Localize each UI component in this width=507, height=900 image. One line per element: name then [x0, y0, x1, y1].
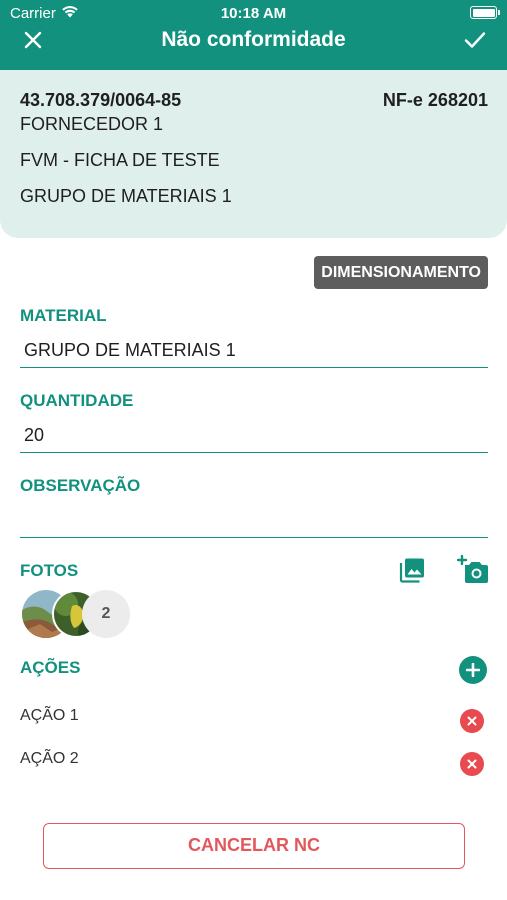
observacao-field[interactable]	[20, 506, 488, 538]
gallery-button[interactable]	[398, 556, 426, 584]
status-bar: Carrier 10:18 AM	[0, 0, 507, 26]
confirm-button[interactable]	[459, 26, 491, 54]
action-item-label: AÇÃO 2	[20, 750, 79, 767]
acoes-label: AÇÕES	[20, 658, 81, 677]
material-value: GRUPO DE MATERIAIS 1	[24, 340, 236, 360]
add-photo-icon	[457, 554, 488, 583]
invoice-info-card: 43.708.379/0064-85 NF-e 268201 FORNECEDO…	[0, 70, 507, 238]
check-icon	[464, 32, 486, 48]
fotos-label: FOTOS	[20, 561, 79, 580]
battery-icon	[470, 6, 500, 19]
add-action-button[interactable]	[459, 656, 487, 684]
cancel-nc-button[interactable]: CANCELAR NC	[43, 823, 465, 869]
observacao-label: OBSERVAÇÃO	[20, 476, 141, 495]
delete-action-button[interactable]	[460, 752, 484, 776]
nfe-number: NF-e 268201	[382, 90, 488, 110]
action-item-label: AÇÃO 1	[20, 707, 79, 724]
close-icon	[467, 716, 477, 726]
more-photos-badge[interactable]: 2	[82, 590, 130, 638]
supplier-name: FORNECEDOR 1	[20, 114, 164, 134]
photo-library-icon	[399, 558, 424, 583]
material-group-name: GRUPO DE MATERIAIS 1	[20, 186, 232, 206]
cnpj-text: 43.708.379/0064-85	[20, 90, 182, 110]
camera-button[interactable]	[457, 554, 489, 584]
inspection-form-name: FVM - FICHA DE TESTE	[20, 150, 220, 170]
plus-icon	[466, 663, 480, 677]
material-label: MATERIAL	[20, 306, 107, 325]
photo-thumbnails: 2	[22, 590, 142, 638]
close-icon	[467, 759, 477, 769]
delete-action-button[interactable]	[460, 709, 484, 733]
quantidade-label: QUANTIDADE	[20, 391, 134, 410]
dimensionamento-button[interactable]: DIMENSIONAMENTO	[314, 256, 488, 289]
top-bar: Carrier 10:18 AM Não conformidade	[0, 0, 507, 70]
page-title: Não conformidade	[161, 28, 346, 51]
material-field[interactable]: GRUPO DE MATERIAIS 1	[20, 336, 488, 368]
nav-bar: Não conformidade	[0, 26, 507, 70]
clock: 10:18 AM	[220, 5, 287, 22]
quantidade-field[interactable]: 20	[20, 421, 488, 453]
quantidade-value: 20	[24, 425, 45, 445]
